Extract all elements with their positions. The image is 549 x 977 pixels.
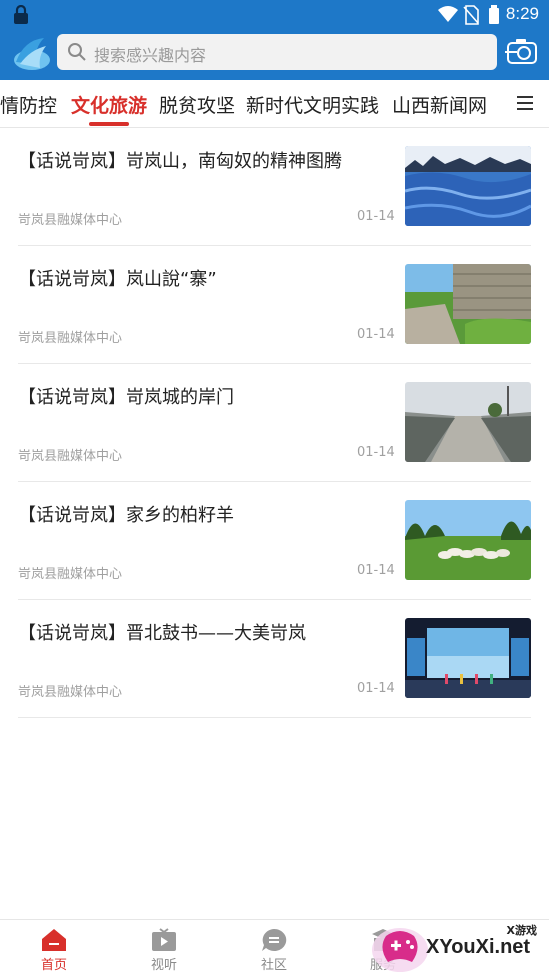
battery-icon [489,5,499,24]
active-tab-indicator [89,122,129,126]
wifi-icon [438,6,458,22]
status-time: 8:29 [505,4,539,23]
article-thumbnail [405,500,531,580]
nav-community[interactable]: 社区 [234,928,314,973]
article-item[interactable]: 【话说岢岚】晋北鼓书——大美岢岚 岢岚县融媒体中心 01-14 [0,600,549,718]
nav-home[interactable]: 首页 [14,928,94,973]
article-thumbnail [405,146,531,226]
article-source: 岢岚县融媒体中心 [18,685,123,700]
nav-media-label: 视听 [150,958,177,973]
scan-camera-icon[interactable] [505,38,539,66]
article-list: 【话说岢岚】岢岚山，南匈奴的精神图腾 岢岚县融媒体中心 01-14 【话说岢岚】… [0,128,549,718]
tab-shanxi-news[interactable]: 山西新闻网 [392,91,487,118]
article-thumbnail [405,264,531,344]
category-tabs: 情防控 文化旅游 脱贫攻坚 新时代文明实践 山西新闻网 [0,80,549,128]
article-date: 01-14 [357,563,395,578]
no-sim-icon [463,5,479,25]
article-title: 【话说岢岚】岢岚城的岸门 [18,387,234,408]
nav-home-label: 首页 [40,958,67,973]
site-watermark: X游戏 XYouXi.net [370,922,545,974]
article-item[interactable]: 【话说岢岚】岢岚城的岸门 岢岚县融媒体中心 01-14 [0,364,549,482]
home-icon [42,929,66,951]
article-title: 【话说岢岚】岢岚山，南匈奴的精神图腾 [18,151,342,172]
article-thumbnail [405,382,531,462]
article-date: 01-14 [357,681,395,696]
search-bar[interactable]: 搜索感兴趣内容 [57,34,497,70]
article-title: 【话说岢岚】晋北鼓书——大美岢岚 [18,623,306,644]
article-date: 01-14 [357,327,395,342]
tv-icon [152,928,176,951]
article-date: 01-14 [357,209,395,224]
tab-poverty[interactable]: 脱贫攻坚 [159,91,235,118]
nav-community-label: 社区 [260,958,287,973]
lock-icon [14,5,28,24]
article-source: 岢岚县融媒体中心 [18,449,123,464]
search-icon [68,43,86,61]
article-source: 岢岚县融媒体中心 [18,567,123,582]
article-item[interactable]: 【话说岢岚】岢岚山，南匈奴的精神图腾 岢岚县融媒体中心 01-14 [0,128,549,246]
tab-epidemic[interactable]: 情防控 [0,91,57,118]
divider [18,717,531,718]
gamepad-logo-icon [372,928,428,972]
article-item[interactable]: 【话说岢岚】家乡的柏籽羊 岢岚县融媒体中心 01-14 [0,482,549,600]
app-logo-icon[interactable] [10,34,52,74]
article-source: 岢岚县融媒体中心 [18,213,123,228]
article-title: 【话说岢岚】岚山說“寨” [18,269,217,290]
article-item[interactable]: 【话说岢岚】岚山說“寨” 岢岚县融媒体中心 01-14 [0,246,549,364]
watermark-text: XYouXi.net [426,936,531,958]
tab-culture-tourism[interactable]: 文化旅游 [71,91,147,118]
app-header: 搜索感兴趣内容 [0,30,549,80]
nav-media[interactable]: 视听 [124,928,204,973]
article-source: 岢岚县融媒体中心 [18,331,123,346]
article-title: 【话说岢岚】家乡的柏籽羊 [18,505,234,526]
menu-icon[interactable] [517,96,533,110]
article-thumbnail [405,618,531,698]
article-date: 01-14 [357,445,395,460]
search-placeholder: 搜索感兴趣内容 [94,46,207,65]
tab-civilization[interactable]: 新时代文明实践 [246,91,379,118]
status-bar: 8:29 [0,0,549,30]
chat-icon [262,928,287,951]
